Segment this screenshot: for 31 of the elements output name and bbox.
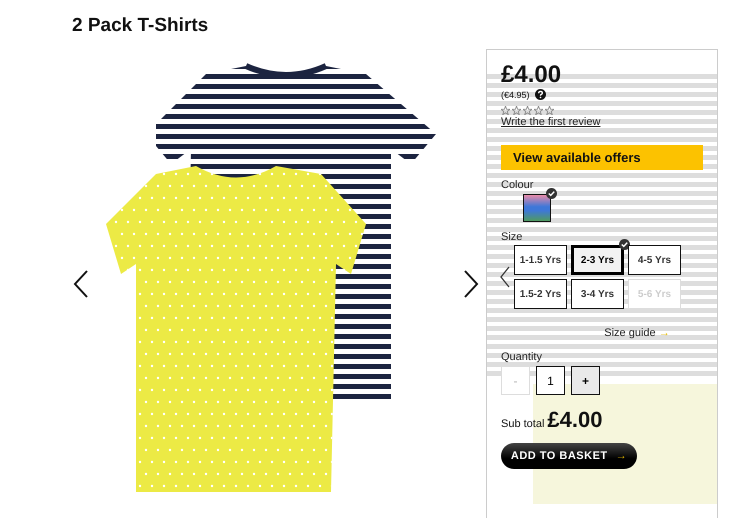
size-guide-link[interactable]: Size guide → [604, 327, 670, 339]
size-label: Size [501, 231, 524, 243]
alternate-price: (€4.95) [501, 90, 530, 100]
add-to-basket-button[interactable]: ADD TO BASKET → [501, 443, 637, 469]
price: £4.00 [501, 62, 562, 88]
quantity-field[interactable]: 1 [536, 366, 565, 395]
previous-image-button[interactable] [72, 269, 90, 299]
colour-label: Colour [501, 179, 534, 191]
subtotal-price: £4.00 [547, 407, 602, 433]
subtotal-label: Sub total [501, 418, 544, 430]
size-option[interactable]: 1-1.5 Yrs [514, 245, 567, 275]
rating-star-icon [501, 106, 510, 115]
quantity-label: Quantity [501, 351, 543, 363]
view-offers-button[interactable]: View available offers [501, 145, 703, 170]
check-icon [546, 188, 557, 199]
rating-star-icon [523, 106, 532, 115]
size-option[interactable]: 1.5-2 Yrs [514, 279, 567, 309]
rating-star-icon [534, 106, 543, 115]
help-icon[interactable] [534, 89, 546, 100]
size-option[interactable]: 2-3 Yrs [571, 245, 624, 275]
check-icon [619, 239, 630, 250]
product-title: 2 Pack T-Shirts [72, 14, 210, 38]
size-option[interactable]: 3-4 Yrs [571, 279, 624, 309]
rating-star-icon [545, 106, 554, 115]
previous-sizes-button[interactable] [499, 266, 511, 288]
next-image-button[interactable] [462, 269, 480, 299]
increase-quantity-button[interactable]: + [571, 366, 600, 395]
colour-swatch[interactable] [523, 194, 551, 222]
size-option[interactable]: 4-5 Yrs [628, 245, 681, 275]
write-review-link[interactable]: Write the first review [501, 116, 600, 128]
rating-star-icon [512, 106, 521, 115]
